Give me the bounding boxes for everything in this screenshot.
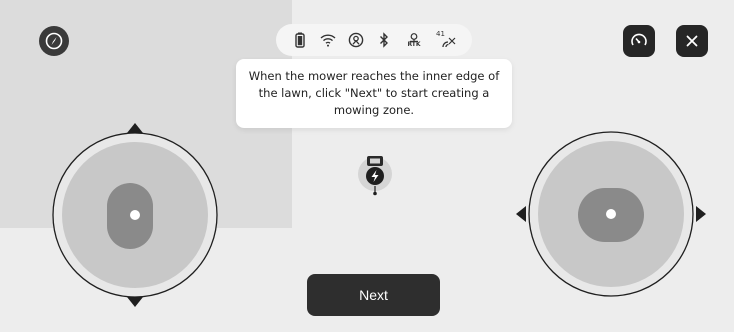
- rtk-icon: RTK: [403, 31, 425, 49]
- status-bar: RTK 41: [276, 24, 472, 56]
- signal-label: 41: [436, 30, 445, 38]
- next-button[interactable]: Next: [307, 274, 440, 316]
- joystick-up-arrow: [127, 123, 143, 133]
- tooltip-line-3: mowing zone.: [333, 103, 415, 117]
- right-joystick[interactable]: [512, 130, 710, 300]
- compass-icon: [45, 32, 63, 50]
- instruction-tooltip: When the mower reaches the inner edge of…: [236, 59, 512, 128]
- left-joystick[interactable]: [50, 118, 224, 312]
- bluetooth-icon: [375, 31, 393, 49]
- mower-charging-icon: [358, 156, 392, 196]
- speed-button[interactable]: [623, 25, 655, 57]
- network-icon: [347, 31, 365, 49]
- close-button[interactable]: [676, 25, 708, 57]
- speedometer-icon: [631, 33, 647, 46]
- compass-button[interactable]: [39, 26, 69, 56]
- close-icon: [686, 35, 698, 47]
- joystick-center-dot: [606, 209, 616, 219]
- signal-strength-icon: 41: [435, 30, 457, 49]
- joystick-knob: [107, 183, 153, 249]
- tooltip-line-1: When the mower reaches the inner edge of: [248, 69, 500, 83]
- joystick-center-dot: [130, 210, 140, 220]
- tooltip-line-2: the lawn, click "Next" to start creating…: [258, 86, 490, 100]
- joystick-down-arrow: [127, 297, 143, 307]
- rtk-label: RTK: [407, 40, 421, 48]
- joystick-right-arrow: [696, 206, 706, 222]
- joystick-left-arrow: [516, 206, 526, 222]
- battery-icon: [291, 31, 309, 49]
- wifi-icon: [319, 31, 337, 49]
